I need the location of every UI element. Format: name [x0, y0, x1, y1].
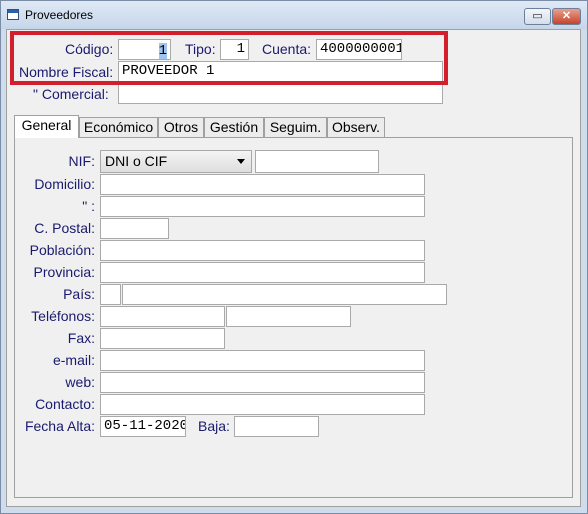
domicilio-label: Domicilio:	[34, 176, 95, 192]
minimize-button[interactable]: ▭	[524, 8, 551, 25]
baja-label: Baja:	[198, 418, 230, 434]
poblacion-field[interactable]	[100, 240, 425, 261]
tab-observ[interactable]: Observ.	[327, 117, 385, 137]
web-label: web:	[65, 374, 95, 390]
fax-field[interactable]	[100, 328, 225, 349]
comercial-field[interactable]	[118, 84, 443, 104]
provincia-field[interactable]	[100, 262, 425, 283]
poblacion-label: Población:	[29, 242, 95, 258]
cpostal-field[interactable]	[100, 218, 169, 239]
chevron-down-icon	[237, 159, 245, 164]
telefonos-label: Teléfonos:	[31, 308, 95, 324]
email-field[interactable]	[100, 350, 425, 371]
tab-gestion[interactable]: Gestión	[204, 117, 264, 137]
tab-seguim[interactable]: Seguim.	[264, 117, 327, 137]
fax-label: Fax:	[67, 330, 95, 346]
nif-type-value: DNI o CIF	[105, 153, 168, 169]
pais-code-field[interactable]	[100, 284, 121, 305]
telefono2-field[interactable]	[226, 306, 351, 327]
contacto-field[interactable]	[100, 394, 425, 415]
highlight-box	[10, 31, 448, 85]
nif-type-select[interactable]: DNI o CIF	[100, 150, 252, 173]
provincia-label: Provincia:	[33, 264, 95, 280]
comercial-label: " Comercial:	[33, 86, 109, 102]
pais-label: País:	[63, 286, 95, 302]
tab-general[interactable]: General	[14, 115, 79, 138]
nif-label: NIF:	[68, 153, 95, 169]
fecha-alta-label: Fecha Alta:	[24, 418, 95, 434]
window-title: Proveedores	[25, 8, 94, 22]
app-window-icon	[7, 9, 19, 20]
baja-field[interactable]	[234, 416, 319, 437]
domicilio2-label: " :	[82, 198, 95, 214]
tab-economico[interactable]: Económico	[79, 117, 158, 137]
title-bar[interactable]: Proveedores ▭ ✕	[1, 1, 587, 29]
fecha-alta-field[interactable]: 05-11-2020	[100, 416, 186, 437]
email-label: e-mail:	[52, 352, 95, 368]
web-field[interactable]	[100, 372, 425, 393]
domicilio-field[interactable]	[100, 174, 425, 195]
domicilio2-field[interactable]	[100, 196, 425, 217]
nif-field[interactable]	[255, 150, 379, 173]
contacto-label: Contacto:	[35, 396, 95, 412]
tab-otros[interactable]: Otros	[158, 117, 204, 137]
telefono1-field[interactable]	[100, 306, 225, 327]
cpostal-label: C. Postal:	[34, 220, 95, 236]
close-button[interactable]: ✕	[552, 8, 581, 25]
pais-field[interactable]	[122, 284, 447, 305]
